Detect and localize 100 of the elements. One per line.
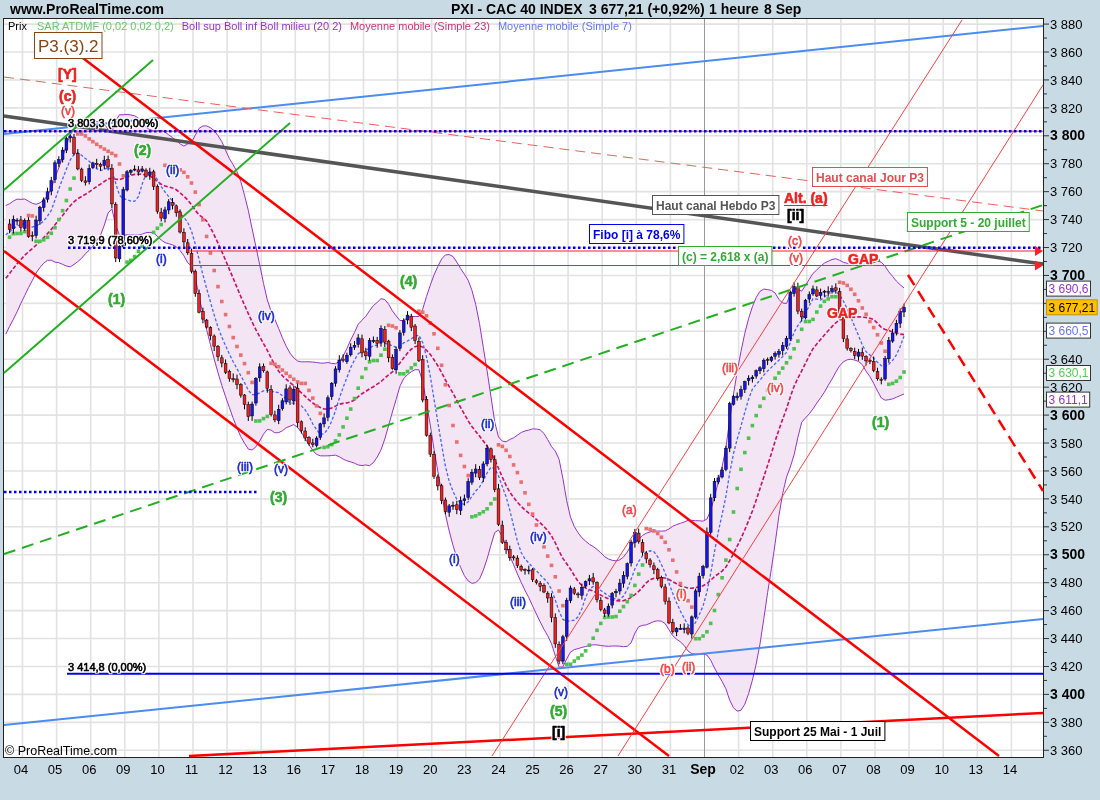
annotation-label: (v) bbox=[789, 251, 803, 265]
date-axis-label: 03 bbox=[763, 762, 779, 777]
price-axis-label: 3 460 bbox=[1050, 603, 1083, 619]
annotation-label: (3) bbox=[270, 489, 288, 505]
instrument-title: PXI - CAC 40 INDEX bbox=[451, 0, 583, 18]
price-tag: 3 690,6 bbox=[1046, 280, 1091, 297]
annotation-label: (ii) bbox=[166, 163, 180, 177]
date-axis-label: 08 bbox=[866, 762, 881, 777]
date-axis-label: 16 bbox=[286, 762, 302, 777]
price-level-label: 3 414,8 (0,00%) bbox=[68, 660, 147, 673]
annotation-label: [i] bbox=[552, 724, 566, 740]
annotation-label: (iii) bbox=[237, 460, 253, 474]
annotation-label: (5) bbox=[550, 703, 568, 719]
date-text: 8 Sep bbox=[764, 0, 802, 18]
annotation-note: Support 25 Mai - 1 Juil bbox=[750, 721, 886, 741]
date-axis-label: 25 bbox=[525, 762, 540, 777]
annotation-label: (iv) bbox=[530, 530, 547, 544]
date-axis-label: 07 bbox=[832, 762, 847, 777]
legend-label: Moyenne mobile (Simple 23) bbox=[349, 20, 490, 32]
date-axis-label: 10 bbox=[934, 762, 949, 777]
price-axis-label: 3 580 bbox=[1050, 435, 1083, 451]
price-axis-label: 3 740 bbox=[1050, 212, 1083, 228]
site-name: www.ProRealTime.com bbox=[10, 0, 165, 18]
price-axis-label: 3 400 bbox=[1050, 686, 1086, 702]
date-axis-label: 12 bbox=[218, 762, 233, 777]
price-axis-label: 3 520 bbox=[1050, 519, 1083, 535]
date-axis-label: 10 bbox=[150, 762, 165, 777]
price-axis-label: 3 540 bbox=[1050, 491, 1083, 507]
annotation-label: (c) bbox=[59, 88, 77, 104]
date-axis-label: 17 bbox=[320, 762, 336, 777]
date-axis-label: 14 bbox=[1002, 762, 1018, 777]
annotation-note: Support 5 - 20 juillet bbox=[907, 212, 1030, 232]
annotation-label: (4) bbox=[400, 273, 418, 289]
annotation-label: (iv) bbox=[767, 381, 784, 395]
price-axis-label: 3 880 bbox=[1050, 18, 1083, 32]
price-axis-label: 3 440 bbox=[1050, 631, 1083, 647]
annotation-label: (a) bbox=[622, 503, 637, 517]
date-axis-label: 26 bbox=[559, 762, 574, 777]
price-axis-label: 3 820 bbox=[1050, 100, 1083, 116]
annotation-label: [ii] bbox=[787, 207, 805, 223]
annotation-label: (ii) bbox=[682, 660, 696, 674]
price-axis-label: 3 840 bbox=[1050, 72, 1083, 88]
date-axis-label: 13 bbox=[252, 762, 267, 777]
annotation-label: (2) bbox=[134, 142, 152, 158]
copyright-text: © ProRealTime.com bbox=[5, 744, 118, 758]
date-axis-label: 20 bbox=[422, 762, 438, 777]
price-axis-label: 3 360 bbox=[1050, 742, 1083, 758]
date-axis-label: Sep bbox=[690, 761, 716, 777]
annotation-note: (c) = 2,618 x (a) bbox=[678, 246, 773, 266]
date-axis-label: 24 bbox=[491, 762, 506, 777]
annotation-label: (c) bbox=[788, 234, 802, 248]
annotation-label: (1) bbox=[108, 291, 126, 307]
annotation-label: (iii) bbox=[722, 361, 738, 375]
price-axis-label: 3 760 bbox=[1050, 184, 1083, 200]
annotation-label: (b) bbox=[660, 662, 675, 676]
annotation-tag: P3.(3).2 bbox=[34, 32, 103, 59]
date-axis-label: 06 bbox=[81, 762, 97, 777]
date-axis-label: 13 bbox=[968, 762, 984, 777]
annotation-label: (i) bbox=[449, 552, 460, 566]
annotation-label: Alt. (a) bbox=[783, 190, 829, 207]
price-axis-label: 3 420 bbox=[1050, 659, 1083, 675]
annotation-note: Haut canal Jour P3 bbox=[812, 167, 928, 187]
price-axis-label: 3 800 bbox=[1050, 127, 1086, 144]
price-axis-label: 3 720 bbox=[1050, 240, 1083, 256]
price-axis-label: 3 600 bbox=[1050, 406, 1086, 423]
price-axis-label: 3 380 bbox=[1050, 714, 1083, 730]
annotation-note: Fibo [i] à 78,6% bbox=[589, 224, 685, 244]
price-axis-label: 3 780 bbox=[1050, 156, 1083, 172]
date-axis-label: 27 bbox=[593, 762, 608, 777]
date-axis-label: 04 bbox=[13, 762, 29, 777]
date-axis-label: 06 bbox=[798, 762, 813, 777]
annotation-label: (1) bbox=[872, 414, 890, 430]
annotation-label: (v) bbox=[61, 104, 75, 118]
quote-text: 3 677,21 (+0,92%) bbox=[589, 0, 705, 18]
annotation-note: Haut canal Hebdo P3 bbox=[652, 195, 780, 215]
legend-label: SAR ATDMF (0,02 0,02 0,2) bbox=[37, 20, 174, 32]
date-axis-label: 05 bbox=[47, 762, 63, 777]
price-tag: 3 660,5 bbox=[1046, 322, 1091, 339]
annotation-label: (iv) bbox=[258, 309, 275, 323]
price-axis-label: 3 500 bbox=[1050, 546, 1086, 563]
legend-label: Moyenne mobile (Simple 7) bbox=[497, 20, 632, 32]
date-axis-label: 09 bbox=[900, 762, 915, 777]
price-tag: 3 611,1 bbox=[1046, 391, 1091, 408]
price-tag: 3 630,1 bbox=[1046, 365, 1091, 381]
interval-text: 1 heure bbox=[709, 0, 759, 18]
annotation-label: (iii) bbox=[510, 595, 526, 609]
date-axis-label: 09 bbox=[116, 762, 131, 777]
date-axis-label: 02 bbox=[729, 762, 745, 777]
annotation-label: (v) bbox=[554, 685, 568, 699]
date-axis-label: 31 bbox=[661, 762, 677, 777]
annotation-label: (i) bbox=[156, 252, 167, 266]
annotation-label: (ii) bbox=[481, 417, 495, 431]
date-axis-label: 19 bbox=[388, 762, 404, 777]
annotation-label: (v) bbox=[274, 462, 288, 476]
price-axis-label: 3 860 bbox=[1050, 44, 1083, 60]
annotation-label: [Y] bbox=[58, 66, 77, 82]
annotation-label: (i) bbox=[676, 587, 687, 601]
date-axis-label: 30 bbox=[627, 762, 643, 777]
legend-label: Boll sup Boll inf Boll milieu (20 2) bbox=[181, 20, 342, 32]
date-axis-label: 23 bbox=[457, 762, 472, 777]
